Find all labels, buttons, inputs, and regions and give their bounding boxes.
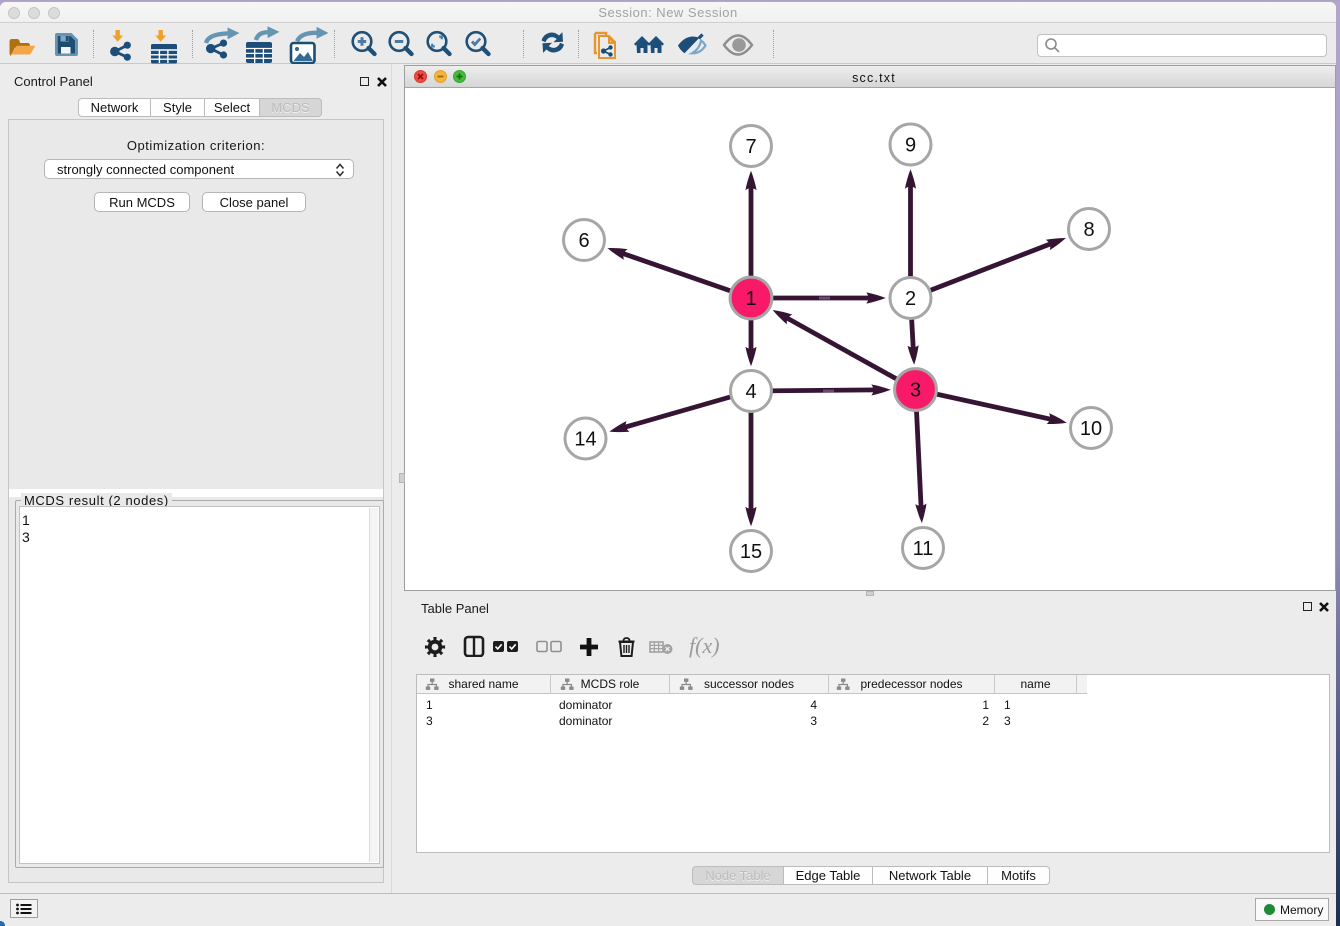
- svg-text:8: 8: [1083, 219, 1094, 241]
- svg-text:10: 10: [1080, 418, 1102, 440]
- svg-text:9: 9: [905, 135, 916, 157]
- svg-text:11: 11: [913, 538, 934, 560]
- svg-text:7: 7: [745, 136, 756, 158]
- svg-text:14: 14: [574, 429, 596, 451]
- svg-text:1: 1: [745, 288, 756, 310]
- svg-text:2: 2: [905, 288, 916, 310]
- svg-text:4: 4: [745, 381, 756, 403]
- svg-text:6: 6: [578, 230, 589, 252]
- svg-text:3: 3: [910, 380, 921, 402]
- svg-text:15: 15: [740, 541, 762, 563]
